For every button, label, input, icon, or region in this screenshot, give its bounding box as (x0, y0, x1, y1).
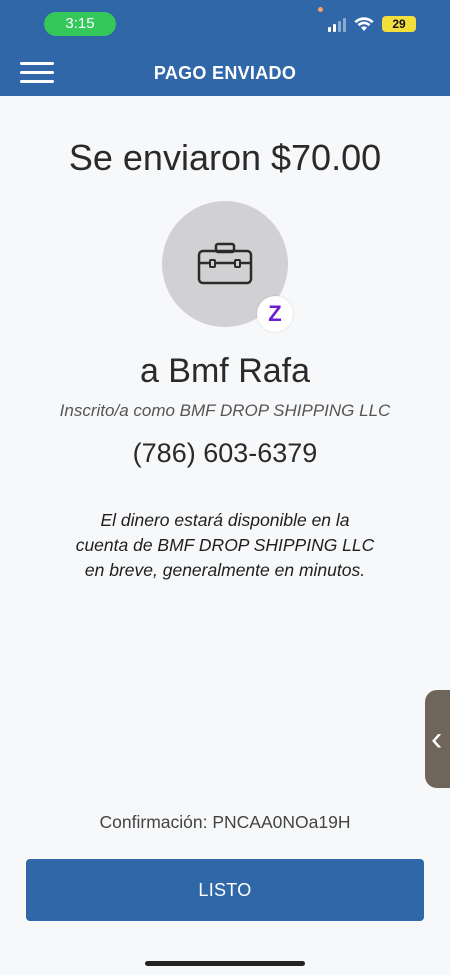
confirmation-number: Confirmación: PNCAA0NOa19H (99, 812, 351, 832)
enrolled-as-text: Inscrito/a como BMF DROP SHIPPING LLC (59, 401, 391, 420)
battery-icon: 29 (382, 16, 416, 32)
message-line: en breve, generalmente en minutos. (84, 560, 366, 580)
side-panel-handle[interactable]: ‹ (425, 690, 450, 788)
recipient-name: a Bmf Rafa (139, 352, 311, 390)
recipient-phone: (786) 603-6379 (132, 438, 318, 468)
briefcase-icon (197, 242, 253, 285)
signal-icon (328, 16, 346, 32)
message-line: cuenta de BMF DROP SHIPPING LLC (75, 535, 375, 555)
chevron-left-icon: ‹ (431, 720, 443, 758)
home-indicator[interactable] (145, 961, 305, 966)
page-title: PAGO ENVIADO (153, 63, 297, 83)
availability-message: El dinero estará disponible en la cuenta… (50, 508, 400, 583)
top-bar: 3:15 29 PAGO ENVIADO (0, 0, 450, 96)
done-button[interactable]: LISTO (26, 859, 424, 921)
message-line: El dinero estará disponible en la (100, 510, 350, 530)
privacy-indicator-dot (318, 7, 323, 12)
wifi-icon (354, 16, 374, 32)
amount-sent-title: Se enviaron $70.00 (68, 137, 382, 178)
zelle-icon: Z (257, 296, 293, 332)
status-icons: 29 (328, 12, 416, 36)
status-time: 3:15 (44, 12, 116, 36)
